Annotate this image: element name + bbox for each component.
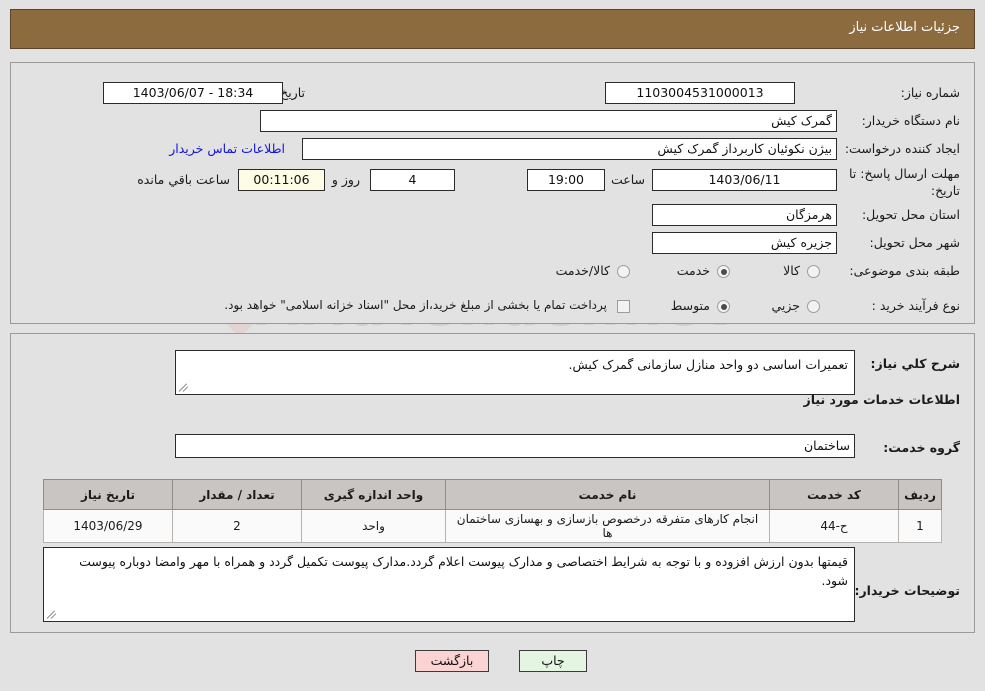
response-deadline-label-line1: مهلت ارسال پاسخ: تا <box>849 166 960 181</box>
col-row-no: ردیف <box>898 479 942 510</box>
table-header-row: ردیف کد خدمت نام خدمت واحد اندازه گیری ت… <box>43 479 942 510</box>
deadline-hour-label: ساعت <box>610 172 645 187</box>
treasury-docs-label: پرداخت تمام یا بخشی از مبلغ خرید،از محل … <box>224 298 607 312</box>
delivery-city-label: شهر محل تحویل: <box>869 235 960 250</box>
delivery-province-field[interactable]: هرمزگان <box>652 204 837 226</box>
print-button[interactable]: چاپ <box>519 650 587 672</box>
subject-category-label: طبقه بندی موضوعی: <box>849 263 960 278</box>
deadline-date-field[interactable]: 1403/06/11 <box>652 169 837 191</box>
treasury-docs-checkbox[interactable] <box>617 300 630 313</box>
col-need-date: تاریخ نیاز <box>43 479 173 510</box>
radio-category-kala[interactable] <box>807 265 820 278</box>
deadline-time-field[interactable]: 19:00 <box>527 169 605 191</box>
cell-quantity: 2 <box>172 509 302 543</box>
summary-need-label: شرح کلي نیاز: <box>870 356 960 371</box>
table-row[interactable]: 1 ح-44 انجام کارهای متفرقه درخصوص بازساز… <box>43 509 942 543</box>
col-quantity: تعداد / مقدار <box>172 479 302 510</box>
cell-service-name: انجام کارهای متفرقه درخصوص بازسازی و بهس… <box>445 509 770 543</box>
radio-process-motevaset[interactable] <box>717 300 730 313</box>
remaining-hours-label: ساعت باقي مانده <box>137 172 230 187</box>
page-header: جزئیات اطلاعات نیاز <box>10 9 975 49</box>
col-service-name: نام خدمت <box>445 479 770 510</box>
buyer-notes-textarea[interactable]: قیمتها بدون ارزش افزوده و با توجه به شرا… <box>43 547 855 622</box>
remaining-days-field[interactable]: 4 <box>370 169 455 191</box>
radio-category-khedmat[interactable] <box>717 265 730 278</box>
cell-need-date: 1403/06/29 <box>43 509 173 543</box>
radio-process-jozii[interactable] <box>807 300 820 313</box>
radio-category-khedmat-label: خدمت <box>676 263 710 278</box>
radio-category-kala-label: کالا <box>783 263 800 278</box>
col-unit: واحد اندازه گیری <box>301 479 446 510</box>
delivery-city-field[interactable]: جزیره کیش <box>652 232 837 254</box>
service-group-label: گروه خدمت: <box>883 440 960 455</box>
buyer-org-label: نام دستگاه خریدار: <box>861 113 960 128</box>
radio-category-kala-khedmat[interactable] <box>617 265 630 278</box>
resize-grip-icon <box>46 609 57 619</box>
buyer-notes-value: قیمتها بدون ارزش افزوده و با توجه به شرا… <box>79 554 848 588</box>
delivery-province-label: استان محل تحویل: <box>861 207 960 222</box>
radio-process-jozii-label: جزیي <box>771 298 800 313</box>
page-title: جزئیات اطلاعات نیاز <box>849 20 960 35</box>
response-deadline-label-line2: تاریخ: <box>930 183 960 198</box>
need-number-field[interactable]: 1103004531000013 <box>605 82 795 104</box>
buyer-org-field[interactable]: گمرک کیش <box>260 110 837 132</box>
buyer-contact-link[interactable]: اطلاعات تماس خریدار <box>169 141 285 156</box>
services-section-title: اطلاعات خدمات مورد نیاز <box>803 392 961 407</box>
services-table: ردیف کد خدمت نام خدمت واحد اندازه گیری ت… <box>43 479 942 543</box>
response-deadline-label: مهلت ارسال پاسخ: تا تاریخ: <box>849 165 960 199</box>
summary-need-value: تعمیرات اساسی دو واحد منازل سازمانی گمرک… <box>568 357 848 372</box>
countdown-timer-field: 00:11:06 <box>238 169 325 191</box>
resize-grip-icon <box>178 382 189 392</box>
need-number-label: شماره نیاز: <box>900 85 960 100</box>
request-creator-label: ایجاد کننده درخواست: <box>844 141 960 156</box>
summary-need-textarea[interactable]: تعمیرات اساسی دو واحد منازل سازمانی گمرک… <box>175 350 855 395</box>
radio-process-motevaset-label: متوسط <box>670 298 710 313</box>
purchase-process-label: نوع فرآیند خرید : <box>871 298 960 313</box>
cell-unit: واحد <box>301 509 446 543</box>
remaining-days-label: روز و <box>331 172 360 187</box>
cell-row-no: 1 <box>898 509 942 543</box>
request-creator-field[interactable]: بیژن نکوئیان کاربرداز گمرک کیش <box>302 138 837 160</box>
col-service-code: کد خدمت <box>769 479 899 510</box>
announce-datetime-field[interactable]: 1403/06/07 - 18:34 <box>103 82 283 104</box>
cell-service-code: ح-44 <box>769 509 899 543</box>
back-button[interactable]: بازگشت <box>415 650 489 672</box>
buyer-notes-label: توضیحات خریدار: <box>854 583 960 598</box>
radio-category-kala-khedmat-label: کالا/خدمت <box>555 263 610 278</box>
service-group-field[interactable]: ساختمان <box>175 434 855 458</box>
